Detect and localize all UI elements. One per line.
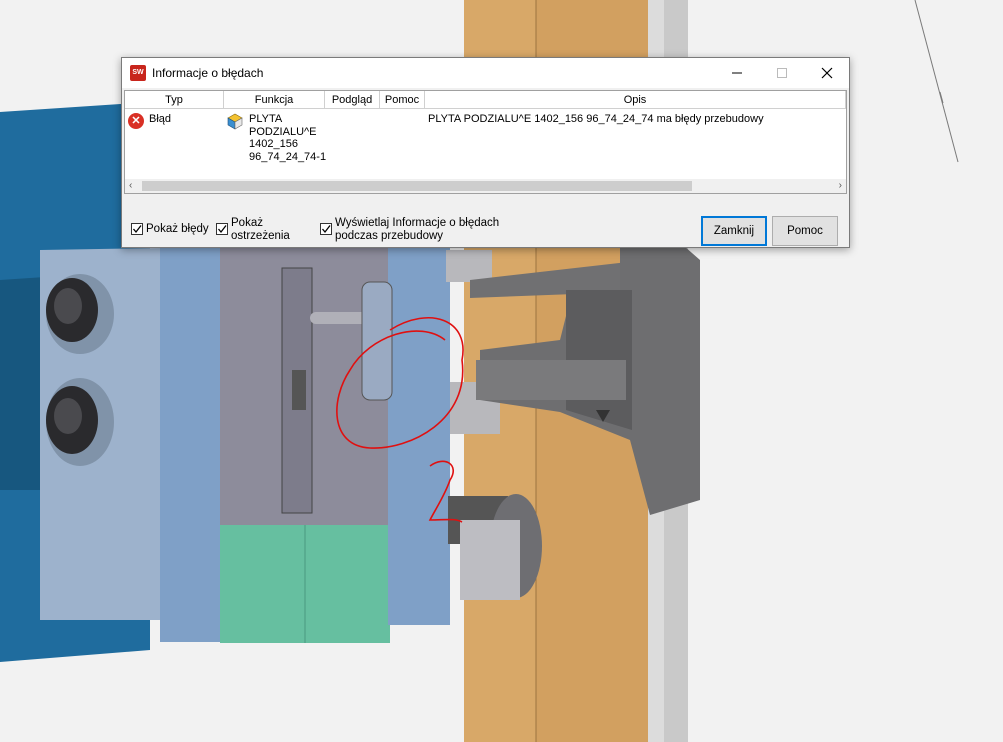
blue-plate-1: [160, 240, 220, 642]
row-feature-line: PODZIALU^E: [249, 125, 317, 138]
solidworks-app-icon: SW: [130, 65, 146, 81]
show-warnings-checkbox[interactable]: [216, 223, 228, 235]
error-info-dialog: SW Informacje o błędach Typ Funkcja Podg…: [121, 57, 850, 248]
close-window-button[interactable]: [804, 58, 849, 88]
rebuild-info-label-line2: podczas przebudowy: [335, 230, 444, 242]
maximize-icon: [776, 68, 787, 78]
column-header-feature[interactable]: Funkcja: [224, 91, 325, 109]
spring: [292, 370, 306, 410]
scroll-left-icon[interactable]: ‹: [129, 179, 132, 193]
minimize-button[interactable]: [714, 58, 759, 88]
checkmark-icon: [133, 225, 142, 234]
pocket: [361, 281, 393, 401]
checkmark-icon: [218, 225, 227, 234]
row-feature-line: 1402_156: [249, 138, 298, 150]
row-description: PLYTA PODZIALU^E 1402_156 96_74_24_74 ma…: [428, 113, 764, 125]
column-header-type[interactable]: Typ: [125, 91, 224, 109]
column-header-preview[interactable]: Podgląd: [325, 91, 380, 109]
row-feature: PLYTA PODZIALU^E 1402_156 96_74_24_74-1: [249, 113, 326, 163]
shaft-top: [446, 250, 492, 282]
close-icon: [821, 67, 832, 79]
maximize-button[interactable]: [759, 58, 804, 88]
rebuild-info-label-line1: Wyświetlaj Informacje o błędach: [335, 217, 500, 229]
title-bar[interactable]: SW Informacje o błędach: [122, 58, 849, 88]
column-header-description[interactable]: Opis: [425, 91, 846, 109]
show-errors-checkbox[interactable]: [131, 223, 143, 235]
help-button[interactable]: Pomoc: [772, 216, 838, 246]
scroll-right-icon[interactable]: ›: [839, 179, 842, 193]
minimize-icon: [731, 72, 742, 74]
roller-shaft: [460, 520, 520, 600]
rebuild-info-checkbox[interactable]: [320, 223, 332, 235]
slide-arm: [476, 360, 626, 400]
checkmark-icon: [322, 225, 331, 234]
scrollbar-thumb[interactable]: [142, 181, 692, 191]
show-errors-label[interactable]: Pokaż błędy: [146, 223, 209, 236]
show-warnings-label-line1: Pokaż: [231, 217, 263, 229]
show-warnings-label[interactable]: Pokaż ostrzeżenia: [231, 217, 290, 243]
horizontal-scrollbar[interactable]: ‹ ›: [125, 179, 846, 193]
column-header-help[interactable]: Pomoc: [380, 91, 425, 109]
error-icon: ✕: [128, 113, 144, 129]
blue-plate-2: [388, 240, 450, 625]
row-feature-line: PLYTA: [249, 113, 283, 125]
feature-part-icon: [227, 113, 243, 130]
close-button[interactable]: Zamknij: [701, 216, 767, 246]
rebuild-info-label[interactable]: Wyświetlaj Informacje o błędach podczas …: [335, 217, 499, 243]
bolt-socket-2: [54, 398, 82, 434]
show-warnings-label-line2: ostrzeżenia: [231, 230, 290, 242]
row-feature-line: 96_74_24_74-1: [249, 150, 327, 163]
row-type: Błąd: [149, 113, 172, 125]
bolt-socket: [54, 288, 82, 324]
dialog-title: Informacje o błędach: [152, 66, 264, 80]
error-list[interactable]: Typ Funkcja Podgląd Pomoc Opis ✕ Błąd PL…: [124, 90, 847, 194]
